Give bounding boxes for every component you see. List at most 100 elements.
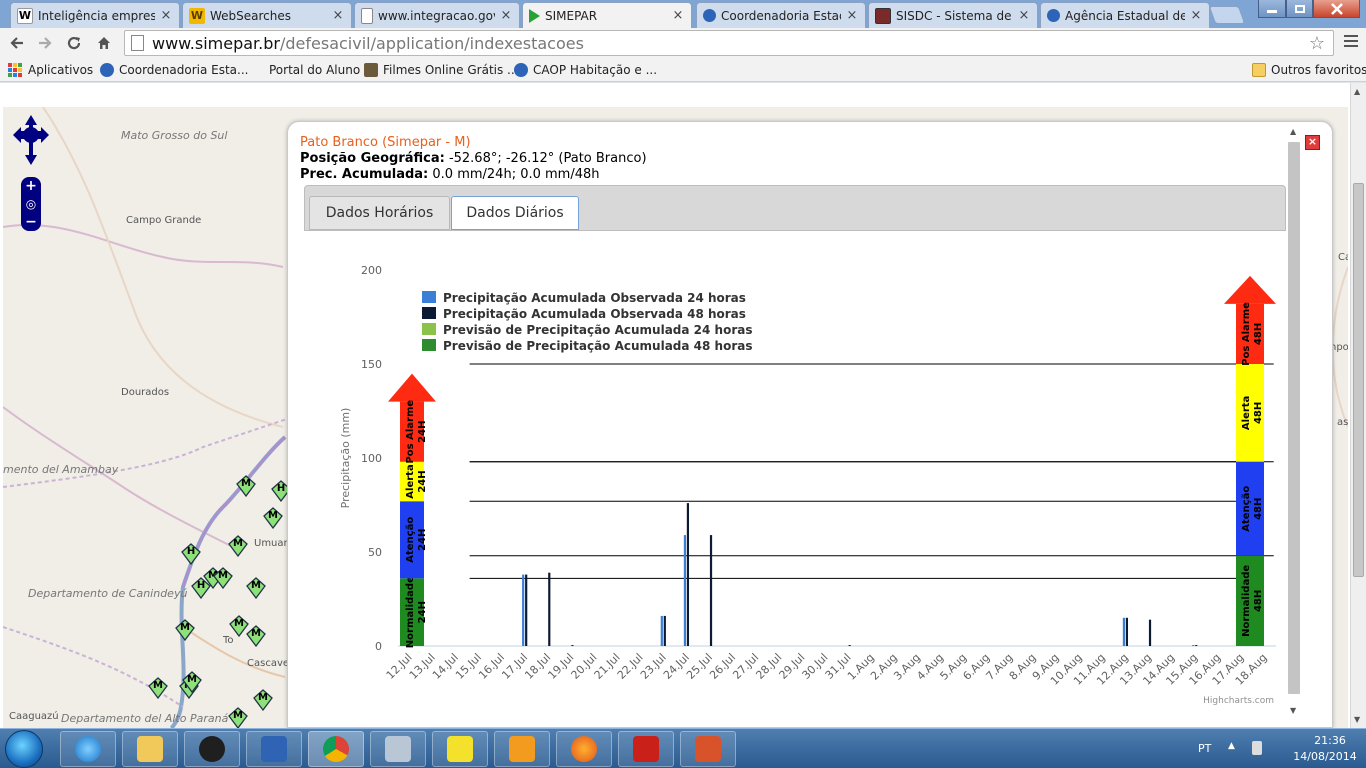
browser-tab[interactable]: Agência Estadual de N × (1040, 2, 1210, 28)
taskbar-app[interactable] (432, 731, 488, 767)
globe-icon (100, 63, 114, 77)
bookmark-item[interactable]: Portal do Aluno (269, 62, 360, 78)
scroll-down-icon[interactable]: ▼ (1290, 706, 1296, 715)
map-pan-control[interactable] (13, 115, 49, 165)
back-button[interactable] (6, 32, 28, 54)
browser-menu-button[interactable] (1340, 32, 1362, 54)
bookmark-label: Outros favoritos (1271, 63, 1366, 77)
home-icon (98, 37, 110, 49)
chrome-icon (323, 736, 349, 762)
browser-tab[interactable]: W WebSearches × (182, 2, 352, 28)
station-marker-m[interactable]: M (263, 507, 283, 529)
precipitation-chart: 0 50 100 150 200 Precipitação (mm) Normalidade… (304, 232, 1286, 727)
station-marker-m[interactable]: M (236, 475, 256, 497)
tab-close-icon[interactable]: × (499, 8, 513, 23)
bookmarks-bar: Aplicativos Coordenadoria Esta... Portal… (0, 58, 1366, 82)
popup-close-button[interactable]: × (1305, 135, 1320, 150)
station-marker-m[interactable]: M (253, 689, 273, 711)
forward-button[interactable] (34, 32, 56, 54)
tab-label: www.integracao.gov.b (378, 8, 495, 23)
taskbar-calculator[interactable] (370, 731, 426, 767)
close-window-button[interactable] (1313, 0, 1360, 18)
browser-tab[interactable]: Coordenadoria Estadu × (696, 2, 866, 28)
station-marker-m[interactable]: M (213, 567, 233, 589)
station-marker-m[interactable]: M (182, 671, 202, 693)
tab-close-icon[interactable]: × (671, 8, 685, 23)
browser-tab[interactable]: SISDC - Sistema de De × (868, 2, 1038, 28)
y-tick-label: 200 (361, 264, 382, 277)
world-icon[interactable]: ◎ (26, 197, 36, 211)
tab-close-icon[interactable]: × (1017, 8, 1031, 23)
browser-tab[interactable]: www.integracao.gov.b × (354, 2, 520, 28)
home-button[interactable] (93, 32, 115, 54)
reload-button[interactable] (63, 32, 85, 54)
taskbar-ie[interactable] (60, 731, 116, 767)
station-popup: Pato Branco (Simepar - M) Posição Geográ… (287, 121, 1333, 728)
browser-tab-active[interactable]: SIMEPAR × (522, 2, 692, 28)
precipitation-value: 0.0 mm/24h; 0.0 mm/48h (428, 167, 600, 182)
maximize-button[interactable] (1286, 0, 1313, 18)
zoom-out-button[interactable]: − (25, 214, 37, 230)
station-marker-m[interactable]: M (228, 535, 248, 557)
bookmark-apps[interactable]: Aplicativos (8, 62, 93, 78)
station-marker-m[interactable]: M (246, 625, 266, 647)
tray-arrow-icon[interactable]: ▲ (1228, 741, 1235, 751)
minimize-button[interactable] (1258, 0, 1286, 18)
page-scrollbar[interactable]: ▲ ▼ (1350, 83, 1366, 728)
chart-credits: Highcharts.com (1203, 696, 1274, 706)
scroll-up-icon[interactable]: ▲ (1354, 87, 1360, 96)
station-marker-m[interactable]: M (228, 707, 248, 728)
language-indicator[interactable]: PT (1198, 742, 1211, 755)
websearches-favicon-icon: W (189, 7, 205, 24)
folder-icon (137, 736, 163, 762)
taskbar-acrobat[interactable] (618, 731, 674, 767)
alert-arrow-icon (1224, 275, 1276, 304)
popup-scrollbar-thumb[interactable] (1288, 142, 1300, 694)
tab-close-icon[interactable]: × (1189, 8, 1203, 23)
taskbar-media[interactable] (494, 731, 550, 767)
station-marker-m[interactable]: M (175, 619, 195, 641)
alert-band-sublabel: 48H (1253, 402, 1264, 424)
alert-band-label: Alerta (405, 464, 416, 498)
taskbar-hp[interactable] (184, 731, 240, 767)
map-label: mento del Amambay (3, 463, 119, 476)
battery-icon[interactable] (1252, 741, 1262, 755)
bookmark-item[interactable]: Coordenadoria Esta... (100, 62, 248, 78)
bookmark-label: Coordenadoria Esta... (119, 63, 249, 77)
taskbar-chrome[interactable] (308, 731, 364, 767)
new-tab-button[interactable] (1208, 6, 1246, 24)
station-marker-m[interactable]: M (148, 677, 168, 699)
start-button[interactable] (5, 730, 43, 768)
zoom-in-button[interactable]: + (25, 178, 37, 194)
tab-close-icon[interactable]: × (159, 8, 173, 23)
alert-band-label: Atenção (1241, 486, 1252, 532)
bookmark-item[interactable]: Filmes Online Grátis ... (364, 62, 519, 78)
tab-dados-diarios[interactable]: Dados Diários (451, 196, 579, 230)
page-content: Mato Grosso do Sul Campo Grande Dourados… (0, 83, 1366, 728)
taskbar-firefox[interactable] (556, 731, 612, 767)
bookmark-item[interactable]: CAOP Habitação e ... (514, 62, 657, 78)
station-marker-m[interactable]: M (246, 577, 266, 599)
clock-time[interactable]: 21:36 (1300, 734, 1360, 747)
taskbar-explorer[interactable] (122, 731, 178, 767)
address-bar[interactable]: www.simepar.br/defesacivil/application/i… (124, 30, 1334, 56)
page-scrollbar-thumb[interactable] (1353, 183, 1364, 577)
map-label: Dourados (121, 387, 170, 398)
taskbar-powerpoint[interactable] (680, 731, 736, 767)
tab-close-icon[interactable]: × (331, 8, 345, 23)
station-marker-h[interactable]: H (181, 543, 201, 565)
scroll-down-icon[interactable]: ▼ (1354, 715, 1360, 724)
browser-tab[interactable]: W Inteligência empresari × (10, 2, 180, 28)
bookmark-star-icon[interactable]: ☆ (1309, 33, 1325, 54)
popup-scrollbar[interactable]: ▲ ▼ (1287, 122, 1303, 719)
y-tick-label: 50 (368, 546, 382, 559)
clock-date[interactable]: 14/08/2014 (1290, 750, 1360, 763)
tab-dados-horarios[interactable]: Dados Horários (309, 196, 450, 230)
map-label: Departamento del Alto Paraná (61, 712, 229, 725)
pan-arrows-icon (13, 115, 49, 165)
scroll-up-icon[interactable]: ▲ (1290, 127, 1296, 136)
station-marker-h[interactable]: H (191, 577, 211, 599)
tab-close-icon[interactable]: × (845, 8, 859, 23)
bookmark-other-favorites[interactable]: Outros favoritos (1252, 62, 1366, 78)
taskbar-app[interactable] (246, 731, 302, 767)
